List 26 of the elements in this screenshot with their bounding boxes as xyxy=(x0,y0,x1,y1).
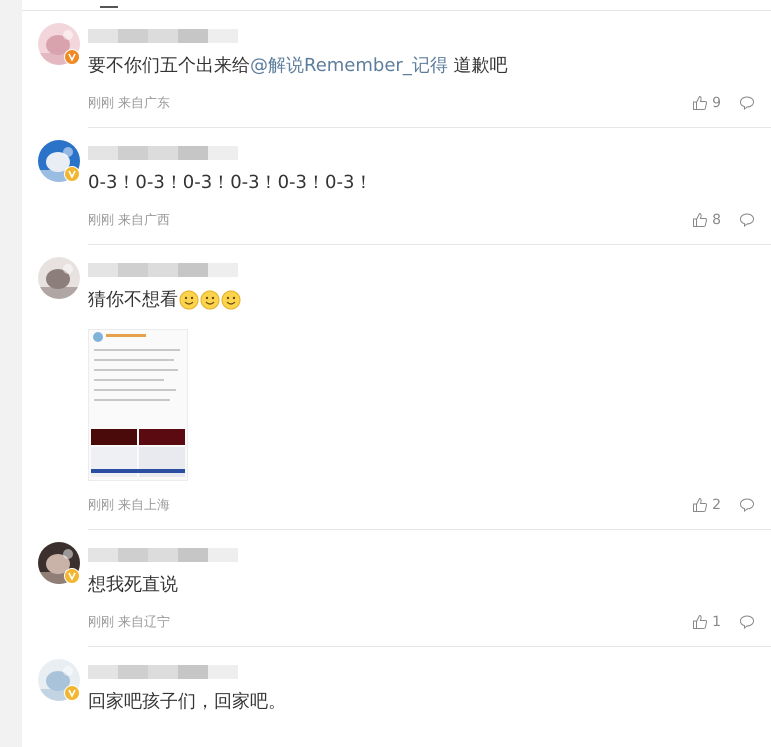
smiley-icon xyxy=(200,290,220,310)
like-button[interactable]: 9 xyxy=(692,95,721,111)
comment-text: 要不你们五个出来给@解说Remember_记得 道歉吧 xyxy=(88,54,508,78)
like-button[interactable]: 2 xyxy=(692,497,721,513)
comment-meta: 刚刚 来自广东 xyxy=(88,95,172,112)
comment-text: 0-3！0-3！0-3！0-3！0-3！0-3！ xyxy=(88,171,372,195)
comment-meta: 刚刚 来自上海 xyxy=(88,497,172,514)
thumbs-up-icon xyxy=(692,614,708,630)
comment-text: 回家吧孩子们，回家吧。 xyxy=(88,690,286,714)
like-button[interactable]: 1 xyxy=(692,614,721,630)
comment-icon[interactable] xyxy=(739,95,755,111)
comment-text: 想我死直说 xyxy=(88,573,178,597)
thumbs-up-icon xyxy=(692,212,708,228)
smiley-icon xyxy=(221,290,241,310)
comment-meta: 刚刚 来自广西 xyxy=(88,212,172,229)
thumbs-up-icon xyxy=(692,95,708,111)
thumbs-up-icon xyxy=(692,497,708,513)
tab-indicator xyxy=(100,6,118,8)
mention-link[interactable]: @解说Remember_记得 xyxy=(250,55,448,76)
comment-icon[interactable] xyxy=(739,497,755,513)
like-button[interactable]: 8 xyxy=(692,212,721,228)
comment-icon[interactable] xyxy=(739,212,755,228)
smiley-icon xyxy=(179,290,199,310)
comment-icon[interactable] xyxy=(739,614,755,630)
comment-text: 猜你不想看 xyxy=(88,288,178,312)
comment-meta: 刚刚 来自辽宁 xyxy=(88,614,172,631)
